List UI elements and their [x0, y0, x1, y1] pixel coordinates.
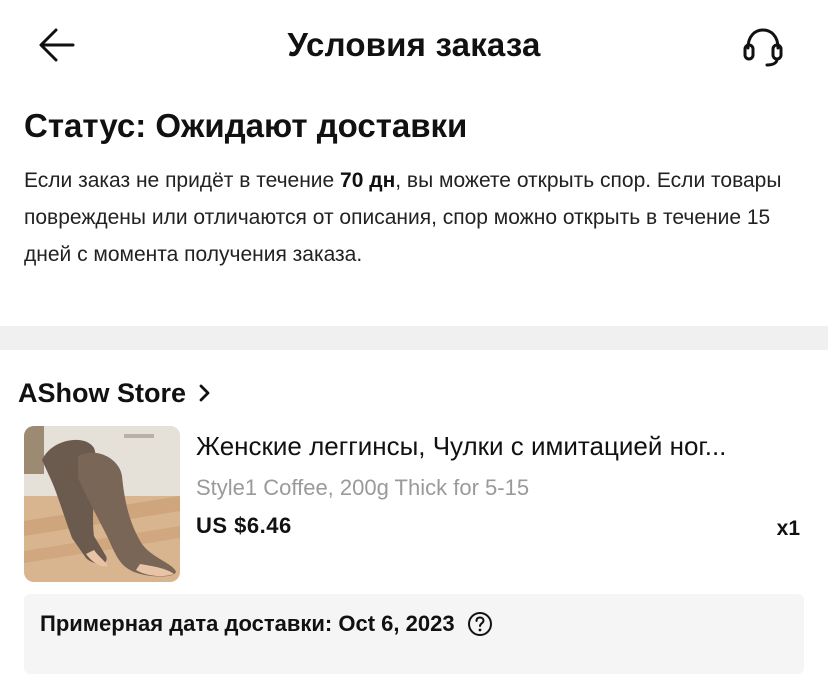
headset-icon	[743, 28, 783, 67]
store-name: AShow Store	[18, 377, 187, 408]
product-title[interactable]: Женские леггинсы, Чулки с имитацией ног.…	[196, 428, 808, 464]
delivery-row: Примерная дата доставки: Oct 6, 2023	[40, 608, 493, 640]
status-desc-days: 70 дн	[340, 169, 396, 192]
status-description: Если заказ не придёт в течение 70 дн, вы…	[24, 162, 814, 273]
support-button[interactable]	[738, 22, 788, 72]
product-thumbnail[interactable]	[24, 426, 180, 582]
store-link[interactable]: AShow Store	[18, 373, 212, 413]
order-status-section: Статус: Ожидают доставки Если заказ не п…	[24, 104, 814, 273]
product-image	[24, 426, 180, 582]
delivery-estimate-panel: Примерная дата доставки: Oct 6, 2023	[24, 594, 804, 674]
section-divider	[0, 326, 828, 350]
delivery-date-text: Примерная дата доставки: Oct 6, 2023	[40, 611, 455, 636]
chevron-right-icon	[198, 383, 212, 403]
question-circle-icon[interactable]	[467, 611, 493, 637]
app-header: Условия заказа	[0, 0, 828, 90]
product-price: US $6.46	[196, 513, 292, 538]
product-quantity: x1	[776, 517, 800, 540]
product-item[interactable]: Женские леггинсы, Чулки с имитацией ног.…	[24, 426, 814, 582]
status-title: Статус: Ожидают доставки	[24, 107, 468, 144]
page-title: Условия заказа	[287, 26, 541, 63]
product-variant: Style1 Coffee, 200g Thick for 5-15	[196, 475, 530, 500]
status-desc-part1: Если заказ не придёт в течение	[24, 169, 341, 192]
